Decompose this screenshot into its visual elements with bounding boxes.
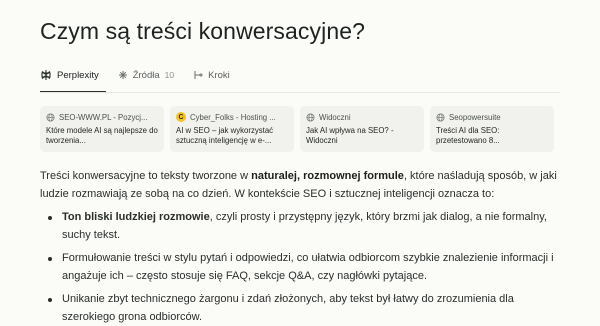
globe-icon <box>436 112 445 122</box>
source-site: SEO-WWW.PL - Pozycj... <box>59 112 148 122</box>
source-card[interactable]: Widoczni Jak AI wpływa na SEO? - Widoczn… <box>300 106 424 152</box>
cyberfolks-logo: C <box>176 112 186 122</box>
source-card[interactable]: SEO-WWW.PL - Pozycj... Które modele AI s… <box>40 106 164 152</box>
globe-icon <box>306 112 315 122</box>
source-site: Seopowersuite <box>449 112 501 122</box>
intro-bold: naturalej, rozmownej formule <box>251 170 404 182</box>
source-title: Jak AI wpływa na SEO? - Widoczni <box>306 126 394 145</box>
answer-body: Treści konwersacyjne to teksty tworzone … <box>40 168 560 326</box>
bullet-text: Unikanie zbyt technicznego żargonu i zda… <box>62 293 514 323</box>
page-title: Czym są treści konwersacyjne? <box>40 18 366 44</box>
source-card[interactable]: C Cyber_Folks - Hosting ... AI w SEO – j… <box>170 106 294 152</box>
tab-steps[interactable]: Kroki <box>193 70 230 81</box>
bullet-text: Formułowanie treści w stylu pytań i odpo… <box>62 252 554 282</box>
sources-icon <box>118 71 127 79</box>
tab-sources[interactable]: Źródła 10 <box>118 70 174 81</box>
answer-bullets: Ton bliski ludzkiej rozmowie, czyli pros… <box>40 209 560 326</box>
favicon-letter: C <box>176 112 186 122</box>
sources-count: 10 <box>164 70 175 80</box>
tab-label: Kroki <box>208 69 230 81</box>
globe-icon <box>46 112 55 122</box>
source-card[interactable]: Seopowersuite Treści AI dla SEO: przetes… <box>430 106 554 152</box>
result-tabs: Perplexity Źródła 10 Kroki <box>40 66 249 84</box>
list-item: Ton bliski ludzkiej rozmowie, czyli pros… <box>40 209 560 244</box>
perplexity-icon <box>41 70 51 80</box>
tab-perplexity[interactable]: Perplexity <box>40 69 99 81</box>
tab-label: Źródła <box>132 69 160 81</box>
source-site: Widoczni <box>319 112 351 122</box>
intro-text: Treści konwersacyjne to teksty tworzone … <box>40 170 252 182</box>
steps-icon <box>194 71 203 79</box>
source-cards: SEO-WWW.PL - Pozycj... Które modele AI s… <box>40 106 560 152</box>
source-title: Które modele AI są najlepsze do tworzeni… <box>46 126 158 145</box>
source-title: Treści AI dla SEO: przetestowano 8... <box>436 126 500 145</box>
source-site: Cyber_Folks - Hosting ... <box>190 112 276 122</box>
tabs-divider <box>40 92 560 93</box>
source-title: AI w SEO – jak wykorzystać sztuczną inte… <box>176 126 274 145</box>
list-item: Unikanie zbyt technicznego żargonu i zda… <box>40 291 560 326</box>
tab-label: Perplexity <box>57 69 99 81</box>
answer-intro: Treści konwersacyjne to teksty tworzone … <box>40 168 560 203</box>
list-item: Formułowanie treści w stylu pytań i odpo… <box>40 250 560 285</box>
bullet-bold: Ton bliski ludzkiej rozmowie <box>62 211 210 223</box>
